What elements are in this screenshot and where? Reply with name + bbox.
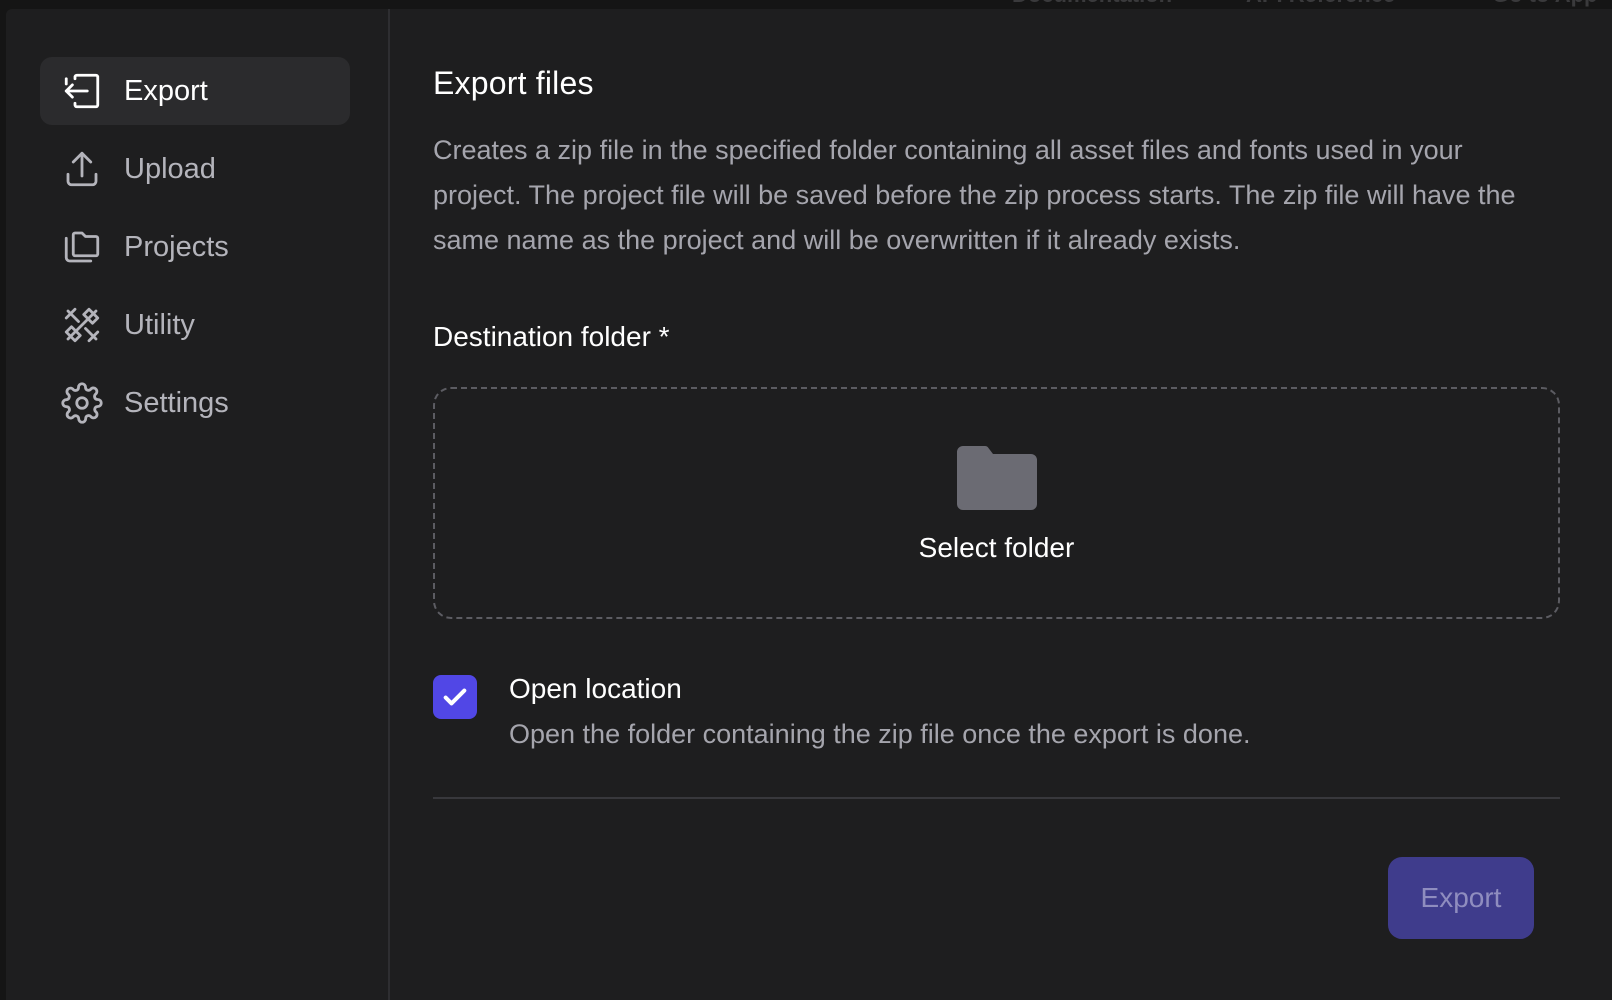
divider [433, 797, 1560, 799]
sidebar-item-settings[interactable]: Settings [40, 369, 350, 437]
background-link-go-to-app: Go to App [1492, 0, 1598, 8]
folder-icon [956, 442, 1037, 512]
open-location-option: Open location Open the folder containing… [433, 673, 1562, 751]
background-link-api-reference: API Reference [1246, 0, 1395, 8]
destination-folder-label: Destination folder * [433, 321, 670, 352]
background-header: Documentation API Reference Go to App [0, 0, 1612, 9]
open-location-checkbox[interactable] [433, 675, 477, 719]
export-dialog: Export Upload Projects Utility Settings … [6, 9, 1612, 1000]
export-icon [60, 69, 104, 113]
select-folder-label: Select folder [918, 532, 1075, 563]
projects-icon [60, 225, 104, 269]
sidebar-item-label: Export [124, 74, 208, 107]
sidebar-item-label: Upload [124, 152, 216, 185]
gear-icon [60, 381, 104, 425]
sidebar-item-utility[interactable]: Utility [40, 291, 350, 359]
sidebar-item-label: Settings [124, 386, 229, 419]
sidebar-item-export[interactable]: Export [40, 57, 350, 125]
open-location-title: Open location [509, 673, 682, 704]
export-button[interactable]: Export [1388, 857, 1534, 939]
sidebar-item-label: Projects [124, 230, 229, 263]
checkmark-icon [443, 688, 467, 706]
export-description: Creates a zip file in the specified fold… [433, 135, 1516, 255]
open-location-description: Open the folder containing the zip file … [509, 719, 1251, 749]
sidebar-item-upload[interactable]: Upload [40, 135, 350, 203]
utility-icon [60, 303, 104, 347]
sidebar: Export Upload Projects Utility Settings [6, 9, 390, 1000]
export-panel: Export files Creates a zip file in the s… [390, 9, 1612, 1000]
sidebar-item-label: Utility [124, 308, 195, 341]
upload-icon [60, 147, 104, 191]
sidebar-item-projects[interactable]: Projects [40, 213, 350, 281]
page-title: Export files [433, 65, 594, 101]
background-link-documentation: Documentation [1012, 0, 1172, 8]
select-folder-dropzone[interactable]: Select folder [433, 387, 1560, 619]
